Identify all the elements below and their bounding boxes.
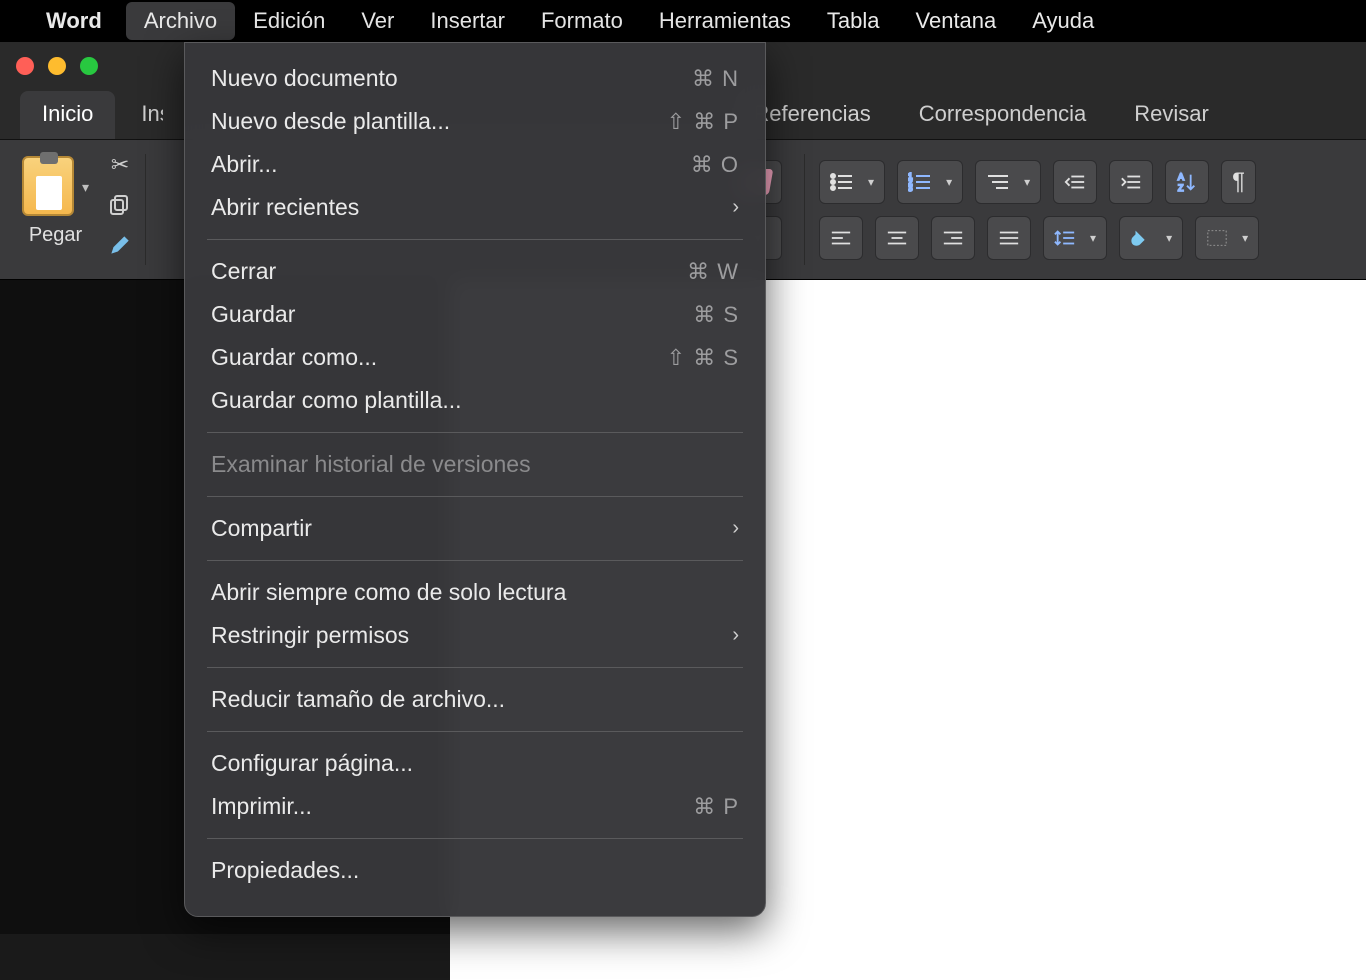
- paste-label: Pegar: [29, 224, 82, 247]
- group-clipboard-extra: ✂: [101, 148, 139, 271]
- dd-examinar-historial: Examinar historial de versiones: [185, 443, 765, 486]
- dd-nuevo-desde-plantilla[interactable]: Nuevo desde plantilla... ⇧ ⌘ P: [185, 100, 765, 143]
- dd-configurar-pagina[interactable]: Configurar página...: [185, 742, 765, 785]
- align-right-button[interactable]: [931, 216, 975, 260]
- dd-separator: [207, 432, 743, 433]
- dd-abrir[interactable]: Abrir... ⌘ O: [185, 143, 765, 186]
- increase-indent-button[interactable]: [1109, 160, 1153, 204]
- dd-shortcut: ⇧ ⌘ S: [667, 345, 739, 371]
- dd-restringir-permisos[interactable]: Restringir permisos ›: [185, 614, 765, 657]
- menubar-item-edicion[interactable]: Edición: [235, 2, 343, 40]
- dd-separator: [207, 560, 743, 561]
- decrease-indent-button[interactable]: [1053, 160, 1097, 204]
- cut-icon[interactable]: ✂: [105, 152, 135, 178]
- dd-guardar[interactable]: Guardar ⌘ S: [185, 293, 765, 336]
- dd-label: Nuevo documento: [211, 65, 398, 92]
- menubar-item-formato[interactable]: Formato: [523, 2, 641, 40]
- numbered-list-button[interactable]: 123: [897, 160, 963, 204]
- group-clipboard: ▾ Pegar: [10, 148, 101, 271]
- dd-label: Guardar: [211, 301, 295, 328]
- format-painter-icon[interactable]: [105, 232, 135, 258]
- dd-label: Imprimir...: [211, 793, 312, 820]
- dd-cerrar[interactable]: Cerrar ⌘ W: [185, 250, 765, 293]
- tab-revisar[interactable]: Revisar: [1112, 91, 1231, 139]
- dd-abrir-solo-lectura[interactable]: Abrir siempre como de solo lectura: [185, 571, 765, 614]
- paste-icon[interactable]: [22, 156, 74, 216]
- dd-separator: [207, 496, 743, 497]
- show-paragraph-marks-button[interactable]: ¶: [1221, 160, 1256, 204]
- dd-label: Configurar página...: [211, 750, 413, 777]
- dd-shortcut: ⌘ S: [693, 302, 739, 328]
- dd-label: Cerrar: [211, 258, 276, 285]
- dd-shortcut: ⌘ N: [692, 66, 739, 92]
- dd-separator: [207, 667, 743, 668]
- dd-label: Examinar historial de versiones: [211, 451, 531, 478]
- paste-dropdown-arrow-icon[interactable]: ▾: [82, 179, 89, 196]
- dd-label: Guardar como plantilla...: [211, 387, 462, 414]
- dd-label: Guardar como...: [211, 344, 377, 371]
- chevron-right-icon: ›: [732, 196, 739, 219]
- dd-shortcut: ⌘ O: [691, 152, 739, 178]
- dd-label: Propiedades...: [211, 857, 359, 884]
- menubar-item-archivo[interactable]: Archivo: [126, 2, 235, 40]
- shading-button[interactable]: [1119, 216, 1183, 260]
- dd-label: Abrir recientes: [211, 194, 359, 221]
- dd-reducir-tamano[interactable]: Reducir tamaño de archivo...: [185, 678, 765, 721]
- menubar-item-ventana[interactable]: Ventana: [898, 2, 1015, 40]
- svg-text:Z: Z: [1178, 183, 1184, 193]
- dd-nuevo-documento[interactable]: Nuevo documento ⌘ N: [185, 57, 765, 100]
- dd-shortcut: ⇧ ⌘ P: [667, 109, 739, 135]
- word-window: Inicio Insertar Referencias Corresponden…: [0, 42, 1366, 934]
- svg-text:A: A: [1178, 172, 1185, 182]
- dd-separator: [207, 239, 743, 240]
- align-justify-button[interactable]: [987, 216, 1031, 260]
- dd-shortcut: ⌘ W: [687, 259, 739, 285]
- menubar-item-tabla[interactable]: Tabla: [809, 2, 898, 40]
- dd-separator: [207, 838, 743, 839]
- menubar-item-ayuda[interactable]: Ayuda: [1014, 2, 1112, 40]
- align-left-button[interactable]: [819, 216, 863, 260]
- dd-abrir-recientes[interactable]: Abrir recientes ›: [185, 186, 765, 229]
- app-name[interactable]: Word: [46, 8, 102, 34]
- menubar-item-ver[interactable]: Ver: [343, 2, 412, 40]
- tab-insertar-truncated[interactable]: Insertar: [119, 91, 163, 139]
- bulleted-list-button[interactable]: [819, 160, 885, 204]
- dd-imprimir[interactable]: Imprimir... ⌘ P: [185, 785, 765, 828]
- dd-separator: [207, 731, 743, 732]
- minimize-window-button[interactable]: [48, 57, 66, 75]
- menubar-item-herramientas[interactable]: Herramientas: [641, 2, 809, 40]
- align-center-button[interactable]: [875, 216, 919, 260]
- dd-label: Reducir tamaño de archivo...: [211, 686, 505, 713]
- fullscreen-window-button[interactable]: [80, 57, 98, 75]
- dd-guardar-como-plantilla[interactable]: Guardar como plantilla...: [185, 379, 765, 422]
- line-spacing-button[interactable]: [1043, 216, 1107, 260]
- menubar-archivo-dropdown: Nuevo documento ⌘ N Nuevo desde plantill…: [184, 42, 766, 917]
- dd-propiedades[interactable]: Propiedades...: [185, 849, 765, 892]
- tab-correspondencia[interactable]: Correspondencia: [897, 91, 1109, 139]
- dd-label: Compartir: [211, 515, 312, 542]
- borders-button[interactable]: [1195, 216, 1259, 260]
- dd-compartir[interactable]: Compartir ›: [185, 507, 765, 550]
- dd-shortcut: ⌘ P: [693, 794, 739, 820]
- sort-button[interactable]: AZ: [1165, 160, 1209, 204]
- macos-menubar: Word Archivo Edición Ver Insertar Format…: [0, 0, 1366, 42]
- svg-text:3: 3: [908, 184, 913, 192]
- multilevel-list-button[interactable]: [975, 160, 1041, 204]
- dd-guardar-como[interactable]: Guardar como... ⇧ ⌘ S: [185, 336, 765, 379]
- chevron-right-icon: ›: [732, 517, 739, 540]
- group-paragraph: 123 AZ ¶: [811, 148, 1267, 271]
- traffic-lights: [16, 57, 98, 75]
- dd-label: Abrir...: [211, 151, 277, 178]
- dd-label: Abrir siempre como de solo lectura: [211, 579, 566, 606]
- menubar-item-insertar[interactable]: Insertar: [412, 2, 523, 40]
- chevron-right-icon: ›: [732, 624, 739, 647]
- dd-label: Nuevo desde plantilla...: [211, 108, 450, 135]
- copy-icon[interactable]: [105, 192, 135, 218]
- close-window-button[interactable]: [16, 57, 34, 75]
- dd-label: Restringir permisos: [211, 622, 409, 649]
- tab-inicio[interactable]: Inicio: [20, 91, 115, 139]
